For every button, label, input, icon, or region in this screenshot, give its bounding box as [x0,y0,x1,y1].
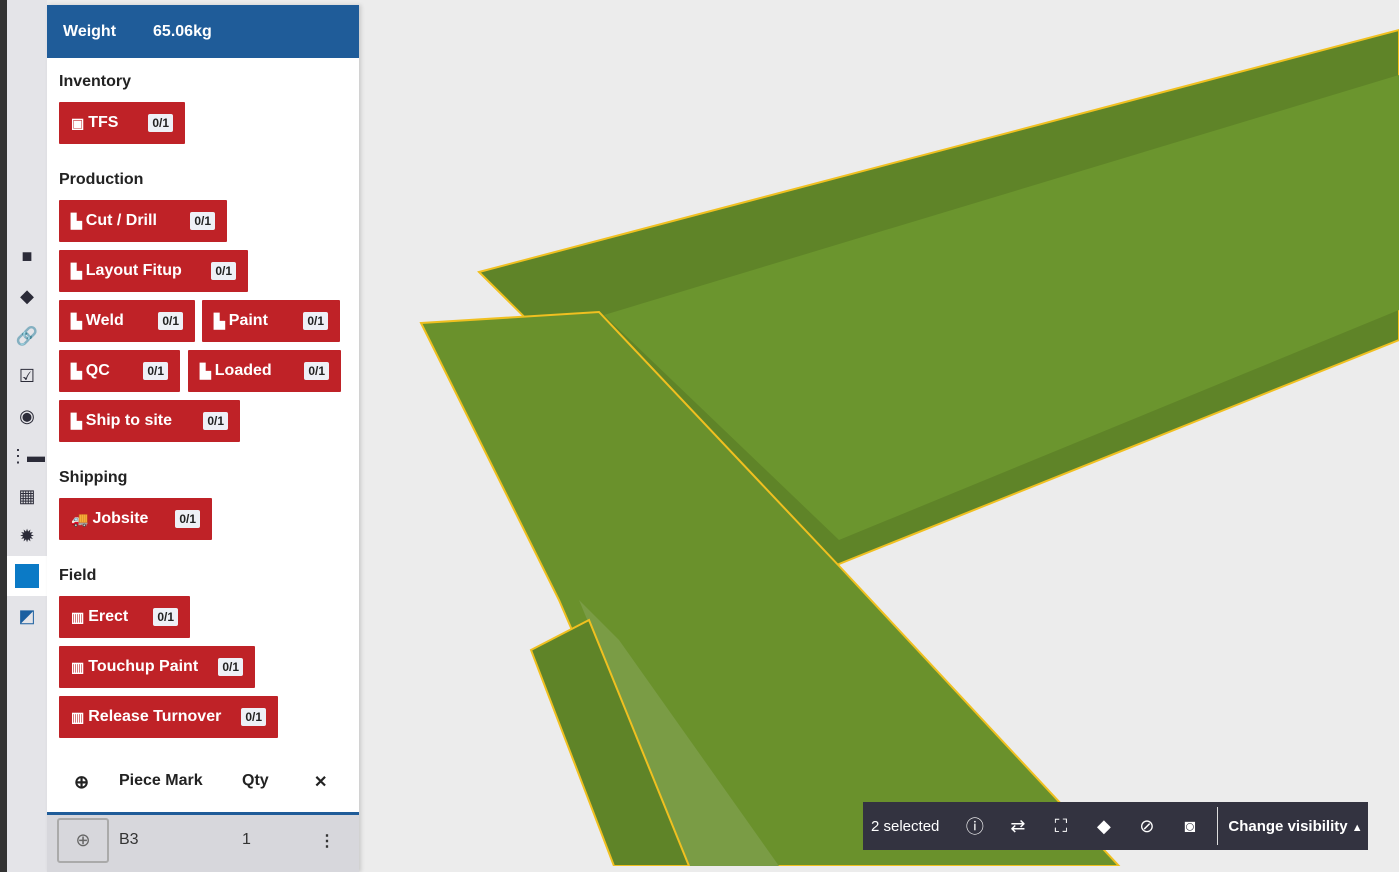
weight-value: 65.06kg [153,22,212,40]
status-panel: Weight 65.06kg Inventory ▣ TFS 0/1 Product… [47,5,359,872]
button-label: Erect [88,608,129,625]
button-label: Layout Fitup [85,262,182,279]
change-visibility-button[interactable]: Change visibility ▲ [1228,818,1362,835]
caret-up-icon: ▲ [1351,821,1363,834]
fit-view-icon[interactable]: ⛶ [1039,816,1082,837]
pallet-icon: ▙ [71,262,82,279]
change-visibility-label: Change visibility [1228,817,1348,835]
building-icon: ▥ [71,608,85,625]
tfs-button[interactable]: ▣ TFS 0/1 [59,102,185,144]
count-badge: 0/1 [153,608,178,626]
qc-button[interactable]: ▙ QC 0/1 [59,350,180,392]
weight-label: Weight [63,22,117,40]
count-badge: 0/1 [143,362,168,380]
window-edge [0,0,7,872]
layout-fitup-button[interactable]: ▙ Layout Fitup 0/1 [59,250,248,292]
building-icon: ▥ [71,708,85,725]
release-turnover-button[interactable]: ▥ Release Turnover 0/1 [59,696,278,738]
erect-button[interactable]: ▥ Erect 0/1 [59,596,190,638]
pallet-icon: ▙ [71,212,82,229]
link-icon[interactable]: 🔗 [7,316,47,356]
jobsite-button[interactable]: 🚚 Jobsite 0/1 [59,498,212,540]
section-inventory: Inventory [59,73,132,90]
button-label: Weld [85,312,124,329]
count-badge: 0/1 [190,212,215,230]
button-label: Touchup Paint [88,658,199,675]
pallet-icon: ▙ [200,362,211,379]
color-square-icon[interactable] [7,556,47,596]
section-production: Production [59,171,144,188]
add-all-icon[interactable]: ⊕ [74,772,89,793]
model-cube-icon[interactable]: ■ [7,236,47,276]
truck-icon: 🚚 [71,510,89,527]
count-badge: 0/1 [304,362,329,380]
button-label: TFS [88,114,119,131]
cell-qty: 1 [242,831,251,848]
pallet-icon: ▙ [214,312,225,329]
count-badge: 0/1 [218,658,243,676]
loaded-button[interactable]: ▙ Loaded 0/1 [188,350,341,392]
count-badge: 0/1 [203,412,228,430]
count-badge: 0/1 [175,510,200,528]
button-label: Release Turnover [88,708,222,725]
weld-button[interactable]: ▙ Weld 0/1 [59,300,195,342]
folder-tree-icon[interactable]: ⋮▬ [7,436,47,476]
section-field: Field [59,567,97,584]
link-add-icon[interactable]: ⇄ [996,816,1039,837]
3d-viewport[interactable] [359,0,1399,866]
cut-drill-button[interactable]: ▙ Cut / Drill 0/1 [59,200,227,242]
count-badge: 0/1 [303,312,328,330]
beam-model [419,28,1399,866]
hide-icon[interactable]: ⊘ [1125,816,1168,837]
button-label: Ship to site [85,412,173,429]
count-badge: 0/1 [148,114,173,132]
section-shipping: Shipping [59,469,128,486]
header-piece-mark: Piece Mark [119,772,203,789]
app-logo-icon[interactable]: ◩ [7,596,47,636]
info-icon[interactable]: ⓘ [953,813,996,839]
pallet-icon: ▙ [71,412,82,429]
isolate-view-icon[interactable]: ◙ [1168,816,1211,837]
ship-to-site-button[interactable]: ▙ Ship to site 0/1 [59,400,240,442]
clipboard-check-icon[interactable]: ☑ [7,356,47,396]
pallet-icon: ▙ [71,312,82,329]
selected-count: 2 selected [871,817,940,835]
paint-bucket-icon[interactable]: ◆ [1082,816,1125,837]
pallet-icon: ▙ [71,362,82,379]
building-icon: ▥ [71,658,85,675]
toolbar-divider [1217,807,1219,845]
button-label: Loaded [214,362,272,379]
table-row[interactable]: ⊕ B3 1 ⋮ [47,815,359,872]
layers-icon[interactable]: ◆ [7,276,47,316]
cell-piece-mark: B3 [119,831,139,848]
button-label: Paint [228,312,268,329]
boxes-icon: ▣ [71,114,85,131]
add-row-button[interactable]: ⊕ [57,818,109,863]
weight-header: Weight 65.06kg [47,5,359,58]
more-options-icon[interactable]: ⋮ [319,831,335,851]
count-badge: 0/1 [241,708,266,726]
camera-icon[interactable]: ◉ [7,396,47,436]
paint-button[interactable]: ▙ Paint 0/1 [202,300,340,342]
button-label: Jobsite [92,510,149,527]
count-badge: 0/1 [158,312,183,330]
table-icon[interactable]: ▦ [7,476,47,516]
button-label: Cut / Drill [85,212,157,229]
alert-badge-icon[interactable]: ✹ [7,516,47,556]
icon-sidebar: ■ ◆ 🔗 ☑ ◉ ⋮▬ ▦ ✹ ◩ [7,0,47,872]
header-qty: Qty [242,772,269,789]
count-badge: 0/1 [211,262,236,280]
button-label: QC [85,362,110,379]
touchup-paint-button[interactable]: ▥ Touchup Paint 0/1 [59,646,255,688]
tools-icon[interactable]: ✕ [314,772,327,792]
selection-toolbar: 2 selected ⓘ ⇄ ⛶ ◆ ⊘ ◙ Change visibility… [863,802,1368,850]
